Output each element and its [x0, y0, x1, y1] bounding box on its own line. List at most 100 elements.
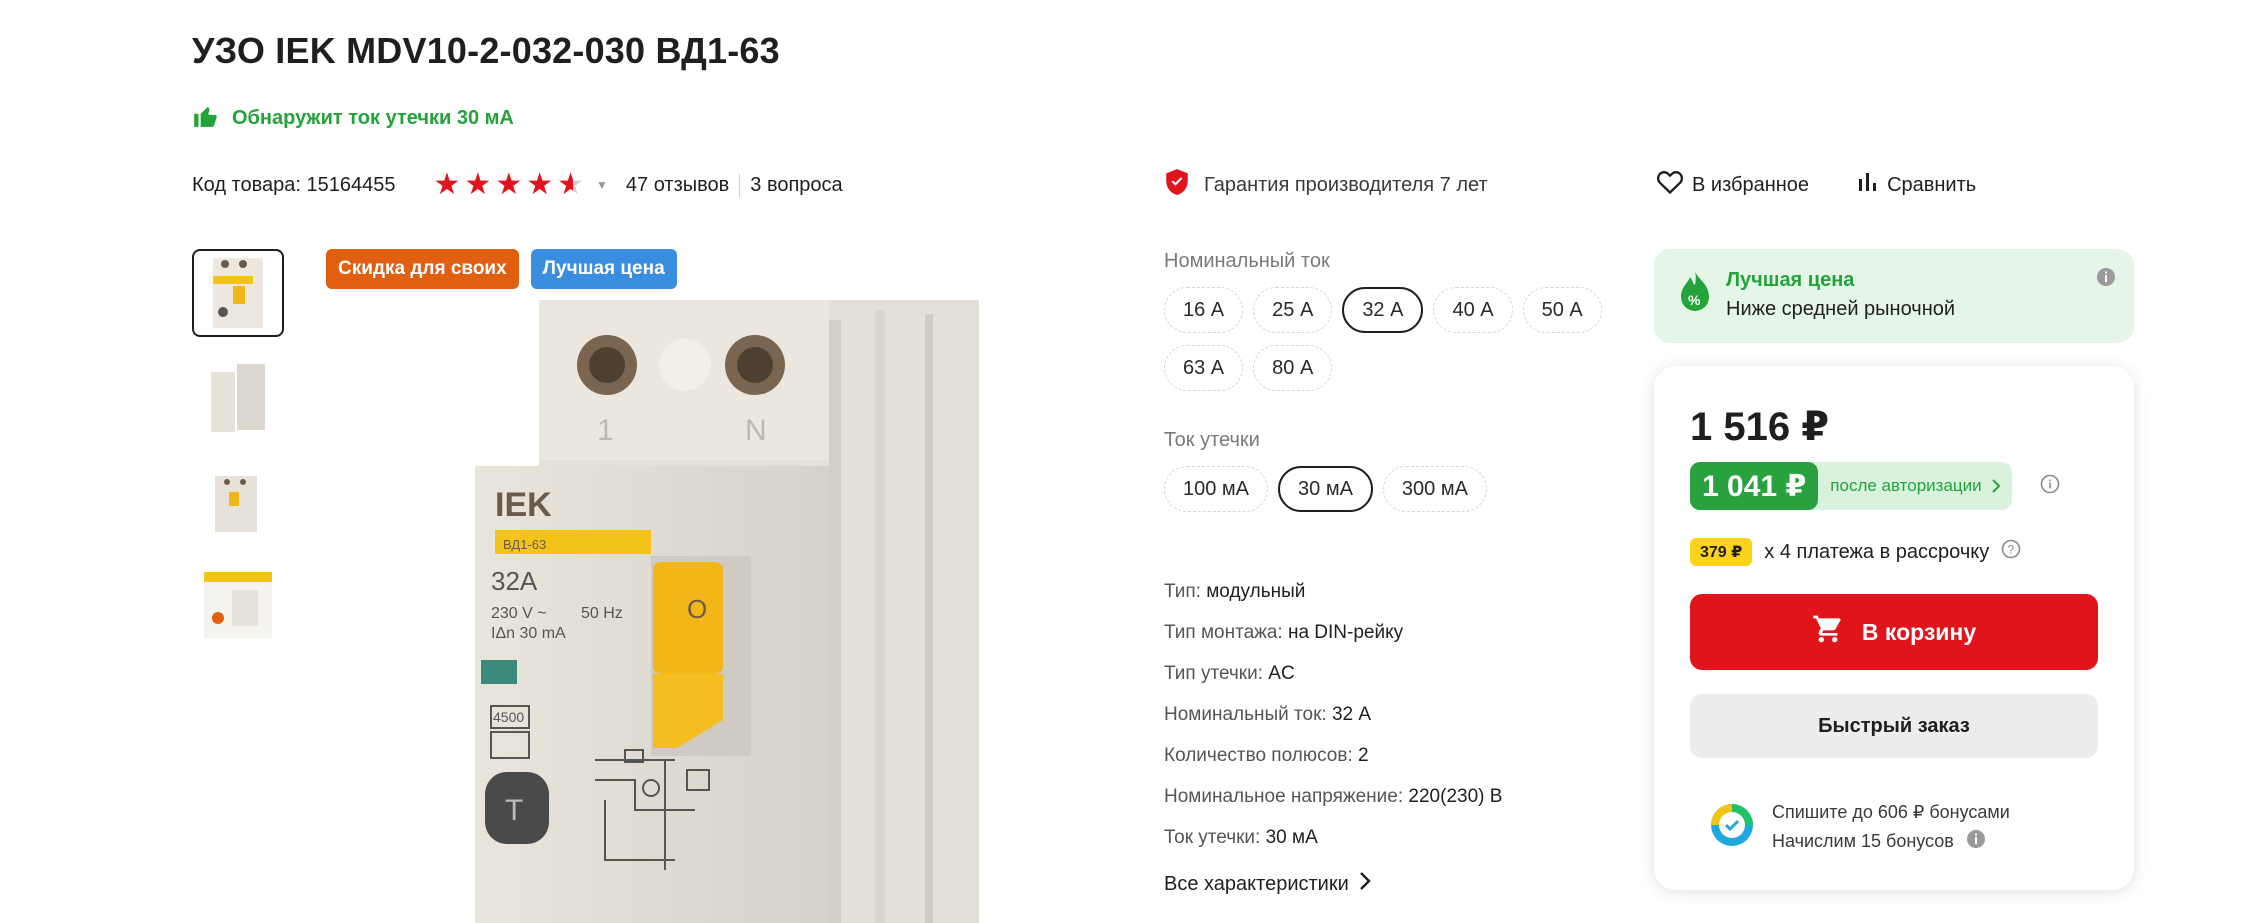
product-actions: В избранное Сравнить	[1656, 170, 1976, 200]
nominal-current-options: 16 А 25 А 32 А 40 А 50 А 63 А 80 А	[1164, 287, 1624, 391]
nominal-option[interactable]: 63 А	[1164, 345, 1244, 391]
info-icon[interactable]	[1966, 829, 1986, 854]
star-half-icon: ★	[557, 168, 585, 201]
page-title: УЗО IEK MDV10-2-032-030 ВД1-63	[192, 30, 780, 71]
spec-row: Номинальное напряжение: 220(230) В	[1164, 783, 1624, 824]
leak-current-options: 100 мА 30 мА 300 мА	[1164, 466, 1624, 512]
questions-link[interactable]: 3 вопроса	[740, 174, 842, 197]
leak-option[interactable]: 30 мА	[1278, 466, 1373, 512]
nominal-option[interactable]: 32 А	[1342, 287, 1424, 333]
spec-value: AC	[1268, 663, 1295, 684]
spec-value: 30 мА	[1265, 827, 1318, 848]
frequency-label: 50 Hz	[581, 605, 623, 622]
product-options: Номинальный ток 16 А 25 А 32 А 40 А 50 А 63 А…	[1164, 250, 1624, 550]
product-meta: Код товара: 15164455 ★ ★ ★ ★ ★ ▼ 47 отзы…	[192, 170, 843, 200]
info-outline-icon[interactable]	[2040, 474, 2060, 499]
rating-dropdown-icon[interactable]: ▼	[596, 178, 608, 192]
heart-icon	[1656, 169, 1684, 201]
bonus-spend: Спишите до 606 ₽ бонусами	[1772, 802, 2010, 822]
rating-stars[interactable]: ★ ★ ★ ★ ★	[434, 170, 585, 200]
spec-row: Номинальный ток: 32 А	[1164, 701, 1624, 742]
nominal-option[interactable]: 16 А	[1164, 287, 1244, 333]
bar-chart-icon	[1857, 171, 1879, 199]
discount-badge: Скидка для своих	[326, 249, 519, 289]
switch-o-label: O	[687, 594, 707, 624]
nominal-current-label: Номинальный ток	[1164, 250, 1330, 272]
spec-key: Тип монтажа:	[1164, 622, 1283, 643]
thumbnail-angle[interactable]	[192, 457, 284, 545]
spec-key: Номинальный ток:	[1164, 704, 1327, 725]
thumbnail-front[interactable]	[192, 249, 284, 337]
thumbs-up-icon	[192, 103, 218, 134]
bonus-earn-row: Начислим 15 бонусов	[1772, 827, 2010, 856]
compare-button[interactable]: Сравнить	[1857, 171, 1976, 199]
spec-key: Номинальное напряжение:	[1164, 786, 1404, 807]
terminal-1-label: 1	[597, 414, 614, 447]
thumbnail-list	[192, 249, 286, 665]
buy-card: 1 516 ₽ 1 041 ₽ после авторизации 379 ₽ …	[1654, 366, 2134, 890]
price: 1 516 ₽	[1690, 405, 1830, 449]
leak-current-label: Ток утечки	[1164, 429, 1260, 451]
add-to-cart-button[interactable]: В корзину	[1690, 594, 2098, 670]
star-icon: ★	[526, 168, 554, 201]
spec-row: Тип утечки: AC	[1164, 660, 1624, 701]
spec-value: 2	[1358, 745, 1369, 766]
svg-text:?: ?	[2008, 543, 2015, 557]
terminal-n-label: N	[745, 414, 767, 447]
auth-price-note-text: после авторизации	[1830, 476, 1982, 495]
leak-option[interactable]: 300 мА	[1382, 466, 1487, 512]
best-price-panel: % Лучшая цена Ниже средней рыночной	[1654, 249, 2134, 343]
product-main-image[interactable]: 1 N IEK ВД1-63 32A 230 V ~ IΔn 30 mA 50 …	[455, 300, 995, 923]
svg-text:%: %	[1688, 292, 1701, 308]
chevron-right-icon	[1991, 479, 2000, 493]
bonus-earn: Начислим 15 бонусов	[1772, 831, 1954, 851]
spec-value: на DIN-рейку	[1287, 622, 1404, 643]
guarantee: Гарантия производителя 7 лет	[1164, 168, 1488, 202]
rating-4500-label: 4500	[493, 709, 524, 725]
cart-icon	[1812, 613, 1844, 651]
favorite-button[interactable]: В избранное	[1656, 169, 1809, 201]
spec-row: Тип: модульный	[1164, 578, 1624, 619]
help-icon[interactable]: ?	[2001, 539, 2021, 565]
flame-percent-icon: %	[1678, 269, 1712, 323]
spec-value: модульный	[1206, 581, 1306, 602]
installment-value: 379 ₽	[1690, 538, 1753, 566]
voltage-label: 230 V ~	[491, 605, 547, 622]
nominal-option[interactable]: 50 А	[1522, 287, 1602, 333]
nominal-option[interactable]: 25 А	[1253, 287, 1333, 333]
installment-row[interactable]: 379 ₽ х 4 платежа в рассрочку ?	[1690, 538, 2098, 566]
spec-key: Количество полюсов:	[1164, 745, 1353, 766]
model-label: ВД1-63	[503, 537, 546, 552]
shield-check-icon	[1164, 168, 1190, 202]
spec-value: 220(230) В	[1408, 786, 1503, 807]
installment-text: х 4 платежа в рассрочку	[1764, 540, 1990, 563]
add-to-cart-label: В корзину	[1861, 618, 1977, 645]
auth-price-row: 1 041 ₽ после авторизации	[1690, 462, 2098, 510]
nominal-option[interactable]: 80 А	[1253, 345, 1333, 391]
all-specs-link[interactable]: Все характеристики	[1164, 871, 1624, 897]
brand-label: IEK	[495, 486, 552, 524]
thumbnail-side[interactable]	[192, 353, 284, 441]
leak-option[interactable]: 100 мА	[1164, 466, 1269, 512]
quick-order-button[interactable]: Быстрый заказ	[1690, 694, 2098, 758]
favorite-label: В избранное	[1692, 173, 1810, 196]
bonus-info: Спишите до 606 ₽ бонусами Начислим 15 бо…	[1690, 798, 2098, 856]
auth-price-value: 1 041 ₽	[1690, 462, 1819, 510]
chevron-right-icon	[1359, 871, 1371, 897]
product-code: Код товара: 15164455	[192, 173, 396, 196]
best-price-title: Лучшая цена	[1726, 269, 1855, 291]
best-price-badge: Лучшая цена	[530, 249, 677, 289]
spec-row: Ток утечки: 30 мА	[1164, 824, 1624, 865]
current-label: 32A	[491, 566, 538, 596]
spec-key: Ток утечки:	[1164, 827, 1261, 848]
nominal-option[interactable]: 40 А	[1433, 287, 1513, 333]
spec-row: Тип монтажа: на DIN-рейку	[1164, 619, 1624, 660]
star-icon: ★	[433, 168, 461, 201]
info-icon[interactable]	[2096, 267, 2116, 292]
all-specs-label: Все характеристики	[1164, 872, 1349, 895]
bonus-logo-icon	[1710, 803, 1754, 852]
thumbnail-package[interactable]	[192, 561, 284, 649]
specs-list: Тип: модульный Тип монтажа: на DIN-рейку Т…	[1164, 578, 1624, 897]
auth-price-link[interactable]: 1 041 ₽ после авторизации	[1690, 462, 2012, 510]
reviews-link[interactable]: 47 отзывов	[626, 173, 741, 197]
